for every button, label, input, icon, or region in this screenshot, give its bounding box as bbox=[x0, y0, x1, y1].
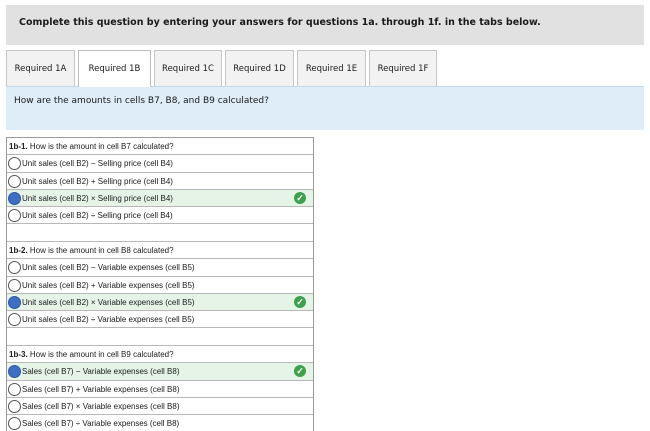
radio-button-selected[interactable] bbox=[8, 191, 21, 205]
option-label: Unit sales (cell B2) ÷ Variable expenses… bbox=[22, 315, 195, 325]
instructions-text: Complete this question by entering your … bbox=[19, 17, 541, 28]
tab-required-1f[interactable]: Required 1F bbox=[369, 50, 437, 86]
option-row[interactable]: Unit sales (cell B2) + Variable expenses… bbox=[7, 277, 313, 294]
option-row[interactable]: Sales (cell B7) ÷ Variable expenses (cel… bbox=[7, 415, 313, 431]
spacer-row bbox=[7, 328, 313, 346]
option-label: Unit sales (cell B2) + Variable expenses… bbox=[22, 280, 195, 290]
spacer-row bbox=[7, 224, 313, 242]
tab-required-1e[interactable]: Required 1E bbox=[297, 50, 366, 86]
question-text: How are the amounts in cells B7, B8, and… bbox=[14, 96, 269, 106]
option-row[interactable]: Unit sales (cell B2) ÷ Variable expenses… bbox=[7, 311, 313, 329]
option-row[interactable]: Unit sales (cell B2) + Selling price (ce… bbox=[7, 173, 313, 190]
radio-button-selected[interactable] bbox=[8, 365, 21, 379]
radio-button[interactable] bbox=[8, 157, 21, 171]
option-row[interactable]: Sales (cell B7) − Variable expenses (cel… bbox=[7, 363, 313, 381]
instructions-banner: Complete this question by entering your … bbox=[6, 5, 644, 45]
section-header: 1b-2. How is the amount in cell B8 calcu… bbox=[7, 242, 313, 260]
option-label: Unit sales (cell B2) − Selling price (ce… bbox=[22, 159, 173, 169]
option-label: Unit sales (cell B2) × Selling price (ce… bbox=[22, 193, 173, 203]
option-row[interactable]: Unit sales (cell B2) ÷ Selling price (ce… bbox=[7, 207, 313, 225]
option-row[interactable]: Unit sales (cell B2) − Selling price (ce… bbox=[7, 155, 313, 173]
option-label: Unit sales (cell B2) ÷ Selling price (ce… bbox=[22, 211, 173, 221]
check-circle-icon: ✓ bbox=[294, 295, 306, 308]
section-prompt: How is the amount in cell B9 calculated? bbox=[29, 349, 174, 359]
question-bar: How are the amounts in cells B7, B8, and… bbox=[6, 86, 644, 130]
option-label: Unit sales (cell B2) − Variable expenses… bbox=[22, 263, 195, 273]
tab-required-1a[interactable]: Required 1A bbox=[6, 50, 75, 86]
tab-required-1b[interactable]: Required 1B bbox=[78, 50, 151, 87]
radio-button[interactable] bbox=[8, 399, 21, 413]
section-header: 1b-1. How is the amount in cell B7 calcu… bbox=[7, 138, 313, 156]
radio-button[interactable] bbox=[8, 261, 21, 275]
section-number: 1b-3. bbox=[9, 349, 28, 359]
option-row[interactable]: Unit sales (cell B2) × Variable expenses… bbox=[7, 293, 313, 312]
option-label: Sales (cell B7) + Variable expenses (cel… bbox=[22, 384, 180, 394]
tab-required-1c[interactable]: Required 1C bbox=[154, 50, 222, 86]
section-number: 1b-2. bbox=[9, 245, 28, 255]
option-row[interactable]: Unit sales (cell B2) − Variable expenses… bbox=[7, 259, 313, 277]
option-label: Sales (cell B7) × Variable expenses (cel… bbox=[22, 401, 180, 411]
radio-button[interactable] bbox=[8, 417, 21, 431]
tab-bar: Required 1A Required 1B Required 1C Requ… bbox=[6, 50, 644, 87]
option-label: Sales (cell B7) − Variable expenses (cel… bbox=[22, 367, 180, 377]
section-number: 1b-1. bbox=[9, 142, 28, 151]
answer-table: 1b-1. How is the amount in cell B7 calcu… bbox=[6, 137, 314, 431]
option-label: Sales (cell B7) ÷ Variable expenses (cel… bbox=[22, 419, 180, 429]
check-circle-icon: ✓ bbox=[294, 365, 306, 378]
radio-button[interactable] bbox=[8, 382, 21, 396]
option-row[interactable]: Sales (cell B7) × Variable expenses (cel… bbox=[7, 398, 313, 416]
radio-button-selected[interactable] bbox=[8, 295, 21, 309]
radio-button[interactable] bbox=[8, 209, 21, 223]
option-row[interactable]: Sales (cell B7) + Variable expenses (cel… bbox=[7, 381, 313, 398]
tab-required-1d[interactable]: Required 1D bbox=[225, 50, 294, 86]
check-circle-icon: ✓ bbox=[294, 191, 306, 204]
section-prompt: How is the amount in cell B8 calculated? bbox=[29, 245, 174, 255]
radio-button[interactable] bbox=[8, 278, 21, 292]
section-header: 1b-3. How is the amount in cell B9 calcu… bbox=[7, 346, 313, 364]
option-row[interactable]: Unit sales (cell B2) × Selling price (ce… bbox=[7, 189, 313, 208]
section-prompt: How is the amount in cell B7 calculated? bbox=[29, 142, 174, 151]
option-label: Unit sales (cell B2) × Variable expenses… bbox=[22, 297, 195, 307]
radio-button[interactable] bbox=[8, 313, 21, 327]
option-label: Unit sales (cell B2) + Selling price (ce… bbox=[22, 176, 173, 186]
radio-button[interactable] bbox=[8, 174, 21, 188]
